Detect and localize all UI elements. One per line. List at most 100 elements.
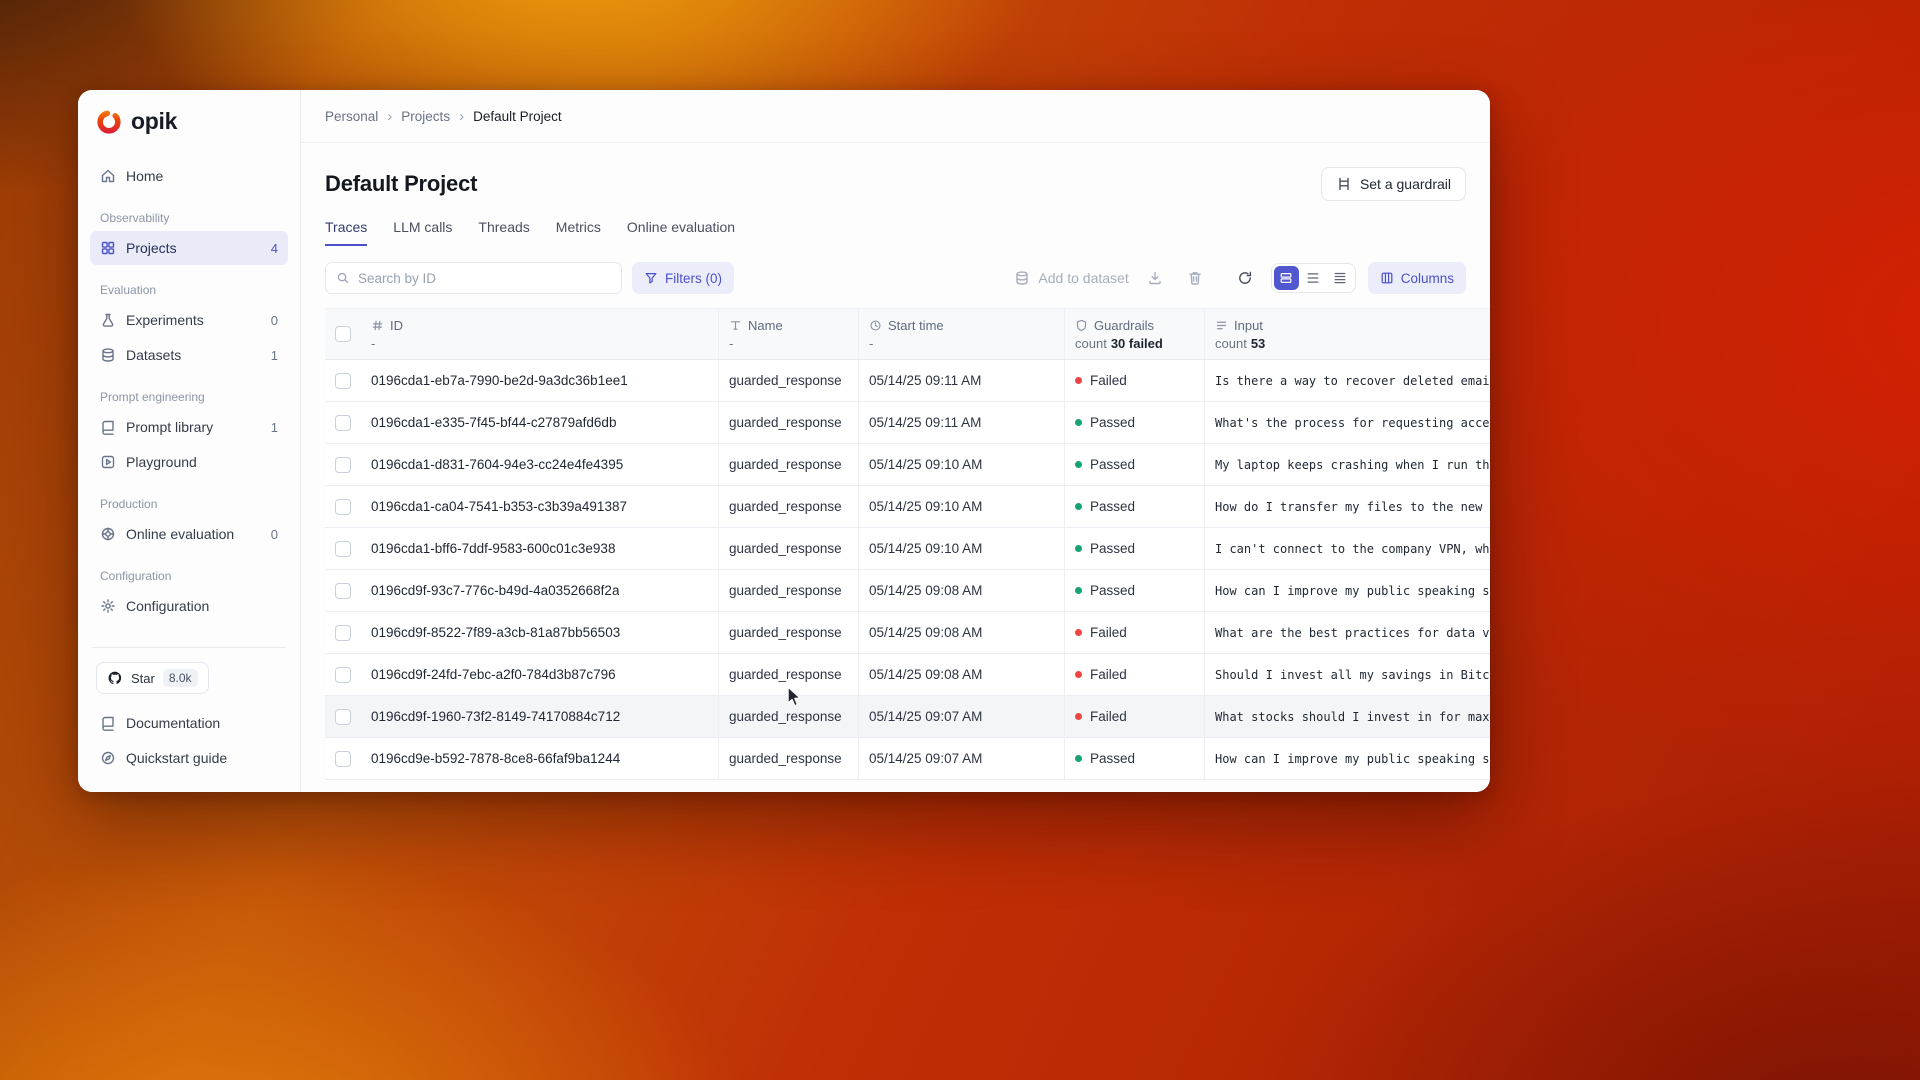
search-input[interactable]	[358, 271, 611, 286]
add-to-dataset-button[interactable]: Add to dataset	[1014, 270, 1128, 286]
trace-id-link[interactable]: 0196cda1-bff6-7ddf-9583-600c01c3e938	[371, 541, 615, 556]
column-header-name[interactable]: Name -	[719, 309, 859, 359]
trace-start-time: 05/14/25 09:11 AM	[859, 360, 1065, 401]
column-header-guardrails[interactable]: Guardrails count30 failed	[1065, 309, 1205, 359]
sidebar-item-online-evaluation[interactable]: Online evaluation 0	[90, 517, 288, 551]
trace-name: guarded_response	[719, 360, 859, 401]
row-checkbox[interactable]	[335, 583, 351, 599]
row-checkbox[interactable]	[335, 709, 351, 725]
trace-input: What's the process for requesting access…	[1205, 402, 1490, 443]
sidebar-item-configuration[interactable]: Configuration	[90, 589, 288, 623]
trace-id-cell: 0196cd9f-93c7-776c-b49d-4a0352668f2a	[361, 570, 719, 611]
row-checkbox-cell	[325, 528, 361, 569]
table-row[interactable]: 0196cda1-bff6-7ddf-9583-600c01c3e938 gua…	[325, 528, 1490, 570]
guardrail-status-label: Passed	[1090, 499, 1135, 514]
trace-start-time: 05/14/25 09:10 AM	[859, 486, 1065, 527]
trace-id-link[interactable]: 0196cd9f-8522-7f89-a3cb-81a87bb56503	[371, 625, 620, 640]
rows-large-icon	[1279, 271, 1293, 285]
table-row[interactable]: 0196cd9f-93c7-776c-b49d-4a0352668f2a gua…	[325, 570, 1490, 612]
row-checkbox[interactable]	[335, 373, 351, 389]
guardrail-status-cell: Failed	[1065, 696, 1205, 737]
row-checkbox[interactable]	[335, 667, 351, 683]
table-row[interactable]: 0196cda1-e335-7f45-bf44-c27879afd6db gua…	[325, 402, 1490, 444]
row-height-large-button[interactable]	[1274, 266, 1299, 290]
sidebar-item-experiments[interactable]: Experiments 0	[90, 303, 288, 337]
trace-id-link[interactable]: 0196cd9e-b592-7878-8ce8-66faf9ba1244	[371, 751, 620, 766]
trace-id-link[interactable]: 0196cda1-eb7a-7990-be2d-9a3dc36b1ee1	[371, 373, 628, 388]
sidebar-item-count: 1	[271, 348, 278, 363]
trace-id-cell: 0196cda1-d831-7604-94e3-cc24e4fe4395	[361, 444, 719, 485]
sidebar-item-documentation[interactable]: Documentation	[90, 706, 288, 740]
id-column-icon	[371, 319, 384, 332]
guardrail-status-cell: Passed	[1065, 486, 1205, 527]
sidebar-item-playground[interactable]: Playground	[90, 445, 288, 479]
trace-id-link[interactable]: 0196cda1-e335-7f45-bf44-c27879afd6db	[371, 415, 616, 430]
column-header-input[interactable]: Input count53	[1205, 309, 1490, 359]
set-guardrail-button[interactable]: Set a guardrail	[1321, 167, 1466, 201]
table-row[interactable]: 0196cda1-eb7a-7990-be2d-9a3dc36b1ee1 gua…	[325, 360, 1490, 402]
filters-button[interactable]: Filters (0)	[632, 262, 734, 294]
table-row[interactable]: 0196cd9f-1960-73f2-8149-74170884c712 gua…	[325, 696, 1490, 738]
table-row[interactable]: 0196cda1-d831-7604-94e3-cc24e4fe4395 gua…	[325, 444, 1490, 486]
trace-name: guarded_response	[719, 444, 859, 485]
trace-name: guarded_response	[719, 570, 859, 611]
refresh-button[interactable]	[1231, 264, 1259, 292]
sidebar-item-prompt-library[interactable]: Prompt library 1	[90, 410, 288, 444]
row-checkbox-cell	[325, 402, 361, 443]
select-all-checkbox[interactable]	[335, 326, 351, 342]
table-row[interactable]: 0196cd9e-b592-7878-8ce8-66faf9ba1244 gua…	[325, 738, 1490, 780]
guardrail-status-cell: Failed	[1065, 654, 1205, 695]
opik-logo[interactable]: opik	[90, 106, 288, 135]
tab-threads[interactable]: Threads	[478, 219, 529, 246]
column-header-start-time[interactable]: Start time -	[859, 309, 1065, 359]
row-height-toggle	[1271, 263, 1356, 293]
sidebar-item-datasets[interactable]: Datasets 1	[90, 338, 288, 372]
table-row[interactable]: 0196cd9f-24fd-7ebc-a2f0-784d3b87c796 gua…	[325, 654, 1490, 696]
delete-button[interactable]	[1181, 264, 1209, 292]
export-button[interactable]	[1141, 264, 1169, 292]
trace-id-cell: 0196cda1-eb7a-7990-be2d-9a3dc36b1ee1	[361, 360, 719, 401]
breadcrumb-projects[interactable]: Projects	[401, 109, 450, 124]
sidebar-item-projects[interactable]: Projects 4	[90, 231, 288, 265]
row-checkbox[interactable]	[335, 499, 351, 515]
row-checkbox-cell	[325, 570, 361, 611]
sidebar-section-prompt-engineering: Prompt engineering	[100, 390, 278, 404]
tab-traces[interactable]: Traces	[325, 219, 367, 246]
row-checkbox[interactable]	[335, 457, 351, 473]
trace-id-link[interactable]: 0196cd9f-93c7-776c-b49d-4a0352668f2a	[371, 583, 619, 598]
sidebar-item-quickstart-guide[interactable]: Quickstart guide	[90, 741, 288, 775]
trace-name: guarded_response	[719, 738, 859, 779]
sidebar-item-count: 0	[271, 527, 278, 542]
column-header-id[interactable]: ID -	[361, 309, 719, 359]
page-title: Default Project	[325, 171, 477, 197]
row-checkbox[interactable]	[335, 625, 351, 641]
sidebar-section-production: Production	[100, 497, 278, 511]
row-height-medium-button[interactable]	[1301, 266, 1326, 290]
trace-id-link[interactable]: 0196cda1-d831-7604-94e3-cc24e4fe4395	[371, 457, 623, 472]
table-row[interactable]: 0196cda1-ca04-7541-b353-c3b39a491387 gua…	[325, 486, 1490, 528]
start-time-column-sub: -	[869, 336, 1054, 351]
github-star-button[interactable]: Star 8.0k	[96, 662, 209, 694]
guardrail-status-dot	[1075, 755, 1082, 762]
trace-id-cell: 0196cd9f-1960-73f2-8149-74170884c712	[361, 696, 719, 737]
row-height-small-button[interactable]	[1328, 266, 1353, 290]
trace-id-link[interactable]: 0196cd9f-24fd-7ebc-a2f0-784d3b87c796	[371, 667, 616, 682]
trace-id-link[interactable]: 0196cd9f-1960-73f2-8149-74170884c712	[371, 709, 620, 724]
row-checkbox[interactable]	[335, 541, 351, 557]
columns-button[interactable]: Columns	[1368, 262, 1466, 294]
clock-icon	[869, 319, 882, 332]
sidebar-item-label: Datasets	[126, 347, 181, 363]
tab-online-evaluation[interactable]: Online evaluation	[627, 219, 735, 246]
sidebar-item-home[interactable]: Home	[90, 159, 288, 193]
tab-llm-calls[interactable]: LLM calls	[393, 219, 452, 246]
table-row[interactable]: 0196cd9f-8522-7f89-a3cb-81a87bb56503 gua…	[325, 612, 1490, 654]
breadcrumb-personal[interactable]: Personal	[325, 109, 378, 124]
row-checkbox[interactable]	[335, 415, 351, 431]
tab-metrics[interactable]: Metrics	[556, 219, 601, 246]
guardrail-status-dot	[1075, 545, 1082, 552]
trace-id-link[interactable]: 0196cda1-ca04-7541-b353-c3b39a491387	[371, 499, 627, 514]
search-input-wrapper	[325, 262, 622, 294]
trace-start-time: 05/14/25 09:10 AM	[859, 528, 1065, 569]
opik-app-window: opik Home Observability Projects 4 Evalu…	[78, 90, 1490, 792]
row-checkbox[interactable]	[335, 751, 351, 767]
